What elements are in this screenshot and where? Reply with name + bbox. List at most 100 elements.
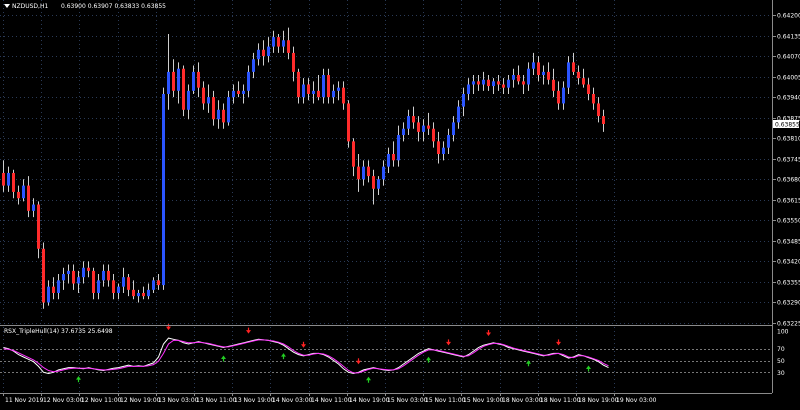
chart-symbol: NZDUSD,H1 <box>12 3 48 10</box>
candle-body <box>37 204 40 249</box>
candle-body <box>147 289 150 297</box>
candle-body <box>217 109 220 120</box>
time-label: 11 Nov 2019 <box>5 397 44 404</box>
price-label: 0.63940 <box>777 95 800 102</box>
candle-body <box>437 141 440 154</box>
candle-body <box>97 280 100 293</box>
candle-body <box>472 81 475 85</box>
candle-body <box>77 277 80 284</box>
candle-body <box>332 90 335 98</box>
candle-body <box>552 79 555 91</box>
candle-body <box>337 87 340 91</box>
time-label: 15 Nov 19:00 <box>463 397 504 404</box>
indicator-level-label: 30 <box>777 370 785 377</box>
candle-body <box>497 81 500 85</box>
candle-body <box>557 90 560 104</box>
candle-body <box>142 292 145 297</box>
candle-body <box>277 37 280 47</box>
time-label: 15 Nov 03:00 <box>387 397 428 404</box>
candle-body <box>512 75 515 80</box>
candle-body <box>392 153 395 161</box>
candle-body <box>412 116 415 123</box>
candle-body <box>327 75 330 98</box>
candle-body <box>407 116 410 129</box>
candle-body <box>302 84 305 98</box>
time-label: 13 Nov 19:00 <box>234 397 275 404</box>
candle-body <box>152 280 155 290</box>
candle-body <box>367 166 370 177</box>
time-label: 18 Nov 19:00 <box>578 397 619 404</box>
candle-body <box>597 103 600 117</box>
time-label: 13 Nov 11:00 <box>196 397 237 404</box>
current-price-label: 0.63855 <box>775 122 800 129</box>
candle-body <box>22 185 25 199</box>
candle-body <box>482 79 485 85</box>
candle-body <box>112 280 115 293</box>
time-label: 15 Nov 11:00 <box>425 397 466 404</box>
price-label: 0.64135 <box>777 34 800 41</box>
candle-body <box>287 40 290 53</box>
candle-body <box>2 172 5 186</box>
candle-body <box>17 191 20 199</box>
candle-body <box>92 270 95 293</box>
candle-body <box>32 204 35 211</box>
price-label: 0.63615 <box>777 198 800 205</box>
candle-body <box>232 90 235 98</box>
price-label: 0.63225 <box>777 321 800 328</box>
candle-body <box>532 62 535 69</box>
candle-body <box>447 135 450 148</box>
candle-body <box>397 135 400 161</box>
indicator-level-label: 100 <box>777 329 789 336</box>
candle-body <box>317 90 320 98</box>
candle-body <box>377 179 380 189</box>
candle-body <box>262 49 265 57</box>
candle-body <box>127 277 130 290</box>
price-label: 0.63550 <box>777 218 800 225</box>
candle-body <box>122 277 125 287</box>
candle-body <box>162 93 165 286</box>
candle-body <box>82 267 85 278</box>
time-label: 12 Nov 19:00 <box>120 397 161 404</box>
candle-body <box>387 153 390 167</box>
candle-body <box>592 93 595 104</box>
candle-body <box>542 71 545 76</box>
candle-body <box>172 71 175 91</box>
candle-body <box>572 62 575 72</box>
candle-body <box>462 93 465 107</box>
candle-body <box>117 286 120 293</box>
candle-body <box>537 62 540 76</box>
candle-body <box>322 75 325 98</box>
price-label: 0.63355 <box>777 280 800 287</box>
candle-body <box>502 84 505 88</box>
time-label: 14 Nov 19:00 <box>349 397 390 404</box>
candle-body <box>177 68 180 91</box>
indicator-title: RSX_TripleHull(14) 37.6735 25.6498 <box>4 328 113 335</box>
price-label: 0.63745 <box>777 157 800 164</box>
candle-body <box>362 166 365 180</box>
candle-body <box>452 122 455 136</box>
candle-body <box>7 172 10 186</box>
candle-body <box>292 52 295 72</box>
candle-body <box>62 274 65 281</box>
candle <box>42 242 45 309</box>
candle-body <box>507 79 510 88</box>
chart-window: NZDUSD,H1 0.63900 0.63907 0.63833 0.6385… <box>0 0 800 406</box>
candle-body <box>427 125 430 129</box>
candle-body <box>342 87 345 104</box>
candle-body <box>522 81 525 85</box>
candle <box>162 87 165 290</box>
candle-body <box>417 122 420 132</box>
candle-body <box>272 37 275 47</box>
candle-body <box>192 71 195 91</box>
candle-body <box>137 292 140 297</box>
price-label: 0.63485 <box>777 239 800 246</box>
time-label: 19 Nov 03:00 <box>616 397 657 404</box>
chart-canvas[interactable]: NZDUSD,H1 0.63900 0.63907 0.63833 0.6385… <box>0 0 800 406</box>
candle <box>182 65 185 117</box>
candle-body <box>187 90 190 110</box>
candle-body <box>457 106 460 123</box>
candle-body <box>242 90 245 94</box>
candle-body <box>42 248 45 303</box>
candle-body <box>547 71 550 80</box>
candle-body <box>442 147 445 154</box>
